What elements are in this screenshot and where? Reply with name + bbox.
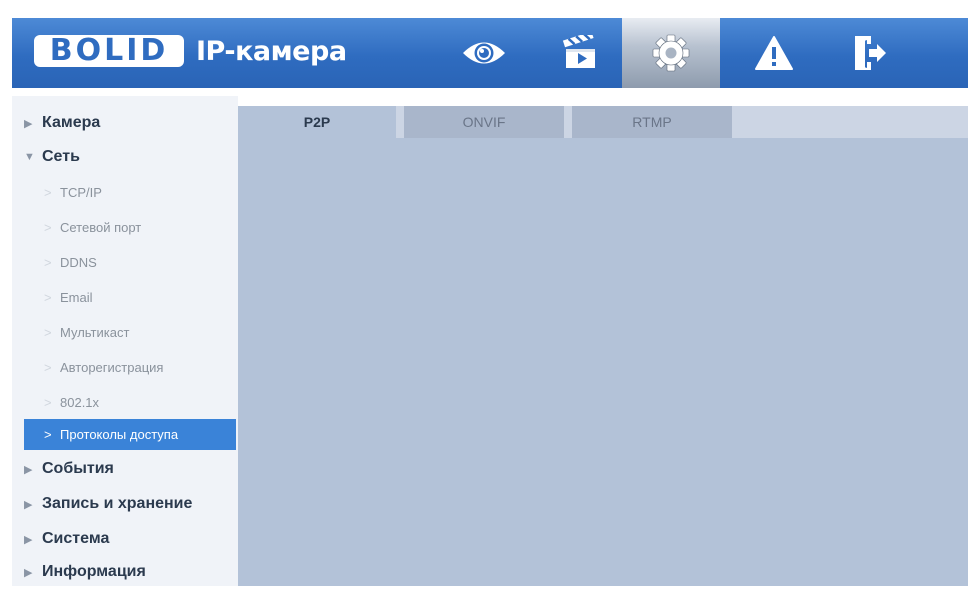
expand-arrow-icon: ▶ — [24, 566, 33, 579]
sidebar-subitem-label: Мультикаст — [60, 324, 130, 340]
sidebar-item-label: Запись и хранение — [42, 495, 193, 512]
sidebar-subitem-label: 802.1x — [60, 394, 100, 410]
eye-icon — [463, 42, 505, 64]
nav-settings[interactable] — [622, 18, 720, 88]
clapperboard-icon — [562, 35, 595, 68]
expand-arrow-icon: ▶ — [24, 117, 33, 130]
sidebar-item-information[interactable]: ▶ Информация — [12, 555, 238, 589]
sidebar-subitem-label: Авторегистрация — [60, 359, 164, 375]
sidebar-subitem-label: DDNS — [60, 254, 97, 270]
sidebar-subitem-label: Email — [60, 289, 93, 305]
sidebar-subitem-multicast[interactable]: > Мультикаст — [12, 315, 238, 349]
chevron-right-icon: > — [44, 184, 52, 200]
chevron-right-icon: > — [44, 254, 52, 270]
expand-arrow-icon: ▶ — [24, 463, 33, 476]
sidebar-subitem-email[interactable]: > Email — [12, 280, 238, 314]
sidebar-item-system[interactable]: ▶ Система — [12, 522, 238, 556]
gear-icon — [652, 34, 690, 72]
logout-icon — [855, 36, 886, 70]
sidebar-item-label: Система — [42, 530, 110, 547]
chevron-right-icon: > — [44, 394, 52, 410]
expand-arrow-icon: ▶ — [24, 498, 33, 511]
content-panel: P2P ONVIF RTMP — [238, 106, 968, 586]
sidebar-item-events[interactable]: ▶ События — [12, 452, 238, 486]
collapse-arrow-icon: ▼ — [24, 151, 35, 163]
logo-box: BOLID — [34, 35, 184, 67]
chevron-right-icon: > — [44, 219, 52, 235]
nav-alarm[interactable] — [724, 18, 824, 88]
nav-playback[interactable] — [530, 18, 630, 88]
sidebar-item-network[interactable]: ▼ Сеть — [12, 140, 238, 174]
sidebar-subitem-ddns[interactable]: > DDNS — [12, 245, 238, 279]
top-header: BOLID IP-камера — [12, 18, 968, 88]
sidebar: ▶ Камера ▼ Сеть > TCP/IP > Сетевой порт … — [12, 96, 238, 586]
sidebar-subitem-label: Протоколы доступа — [60, 427, 179, 442]
nav-logout[interactable] — [820, 18, 920, 88]
tab-onvif[interactable]: ONVIF — [404, 106, 564, 138]
nav-live-view[interactable] — [434, 18, 534, 88]
sidebar-subitem-network-port[interactable]: > Сетевой порт — [12, 210, 238, 244]
app-title: IP-камера — [196, 35, 347, 67]
chevron-right-icon: > — [44, 427, 52, 442]
sidebar-subitem-label: TCP/IP — [60, 184, 102, 200]
sidebar-item-storage[interactable]: ▶ Запись и хранение — [12, 487, 238, 521]
warning-icon — [755, 36, 793, 70]
tab-rtmp[interactable]: RTMP — [572, 106, 732, 138]
expand-arrow-icon: ▶ — [24, 533, 33, 546]
tab-bar: P2P ONVIF RTMP — [238, 106, 968, 138]
sidebar-item-camera[interactable]: ▶ Камера — [12, 106, 238, 140]
logo: BOLID IP-камера — [34, 33, 347, 69]
sidebar-subitem-label: Сетевой порт — [60, 219, 142, 235]
sidebar-item-label: Сеть — [42, 148, 80, 165]
sidebar-item-label: Камера — [42, 114, 101, 131]
sidebar-subitem-access-protocols[interactable]: > Протоколы доступа — [24, 419, 236, 450]
sidebar-item-label: События — [42, 460, 114, 477]
chevron-right-icon: > — [44, 324, 52, 340]
tab-p2p[interactable]: P2P — [238, 106, 396, 138]
chevron-right-icon: > — [44, 289, 52, 305]
sidebar-subitem-tcpip[interactable]: > TCP/IP — [12, 175, 238, 209]
sidebar-item-label: Информация — [42, 563, 146, 580]
chevron-right-icon: > — [44, 359, 52, 375]
sidebar-subitem-8021x[interactable]: > 802.1x — [12, 385, 238, 419]
sidebar-subitem-autoregistration[interactable]: > Авторегистрация — [12, 350, 238, 384]
logo-text: BOLID — [49, 33, 169, 68]
